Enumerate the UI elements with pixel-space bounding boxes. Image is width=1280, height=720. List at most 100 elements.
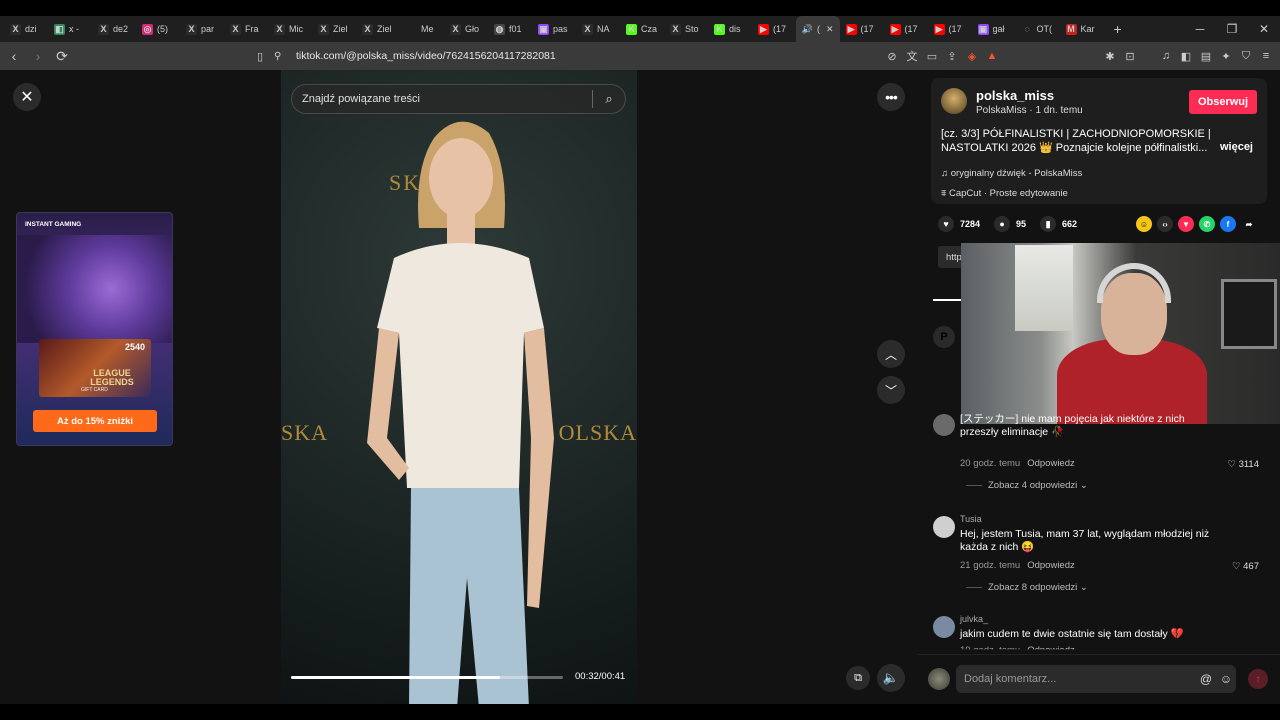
- commenter-avatar[interactable]: [933, 616, 955, 638]
- commenter-avatar[interactable]: [933, 516, 955, 538]
- capcut-link[interactable]: ⩨ CapCut · Proste edytowanie: [941, 188, 1068, 199]
- site-info-icon[interactable]: ⚲: [274, 51, 281, 62]
- comment-input-placeholder[interactable]: Dodaj komentarz...: [964, 673, 1196, 685]
- volume-button[interactable]: 🔈: [877, 664, 905, 692]
- browser-tab-bar: Xdzi ◧ x - Xde2 ◎ (5) Xpar X Fra X Mic X Ziel X Ziel Me…: [0, 16, 1280, 42]
- browser-tab[interactable]: X Ziel: [312, 16, 356, 42]
- video-player[interactable]: SKA SKA OLSKA Znajdź powiązane treści ⌕ …: [281, 70, 637, 704]
- emoji-share-icon[interactable]: ☺: [1136, 216, 1152, 232]
- commenter-avatar[interactable]: P: [933, 326, 955, 348]
- browser-tab[interactable]: Xpar: [180, 16, 224, 42]
- url-text[interactable]: tiktok.com/@polska_miss/video/7624156204…: [296, 50, 556, 62]
- browser-tab[interactable]: X Ziel: [356, 16, 400, 42]
- browser-tab[interactable]: ▣ gał: [972, 16, 1016, 42]
- save-button[interactable]: ▮ 662: [1040, 216, 1077, 232]
- browser-tab[interactable]: X Gło: [444, 16, 488, 42]
- forward-icon[interactable]: ›: [28, 48, 48, 64]
- tab-title: Sto: [685, 24, 699, 34]
- browser-tab[interactable]: Kdis: [708, 16, 752, 42]
- related-search-bar[interactable]: Znajdź powiązane treści ⌕: [291, 84, 626, 114]
- ad-cta-button[interactable]: Aż do 15% zniżki: [33, 410, 157, 432]
- close-tab-icon[interactable]: ✕: [826, 24, 834, 35]
- comment-likes[interactable]: ♡ 3114: [1227, 459, 1259, 470]
- next-video-button[interactable]: ﹀: [877, 376, 905, 404]
- extensions-icon[interactable]: ✱: [1104, 50, 1116, 63]
- previous-video-button[interactable]: ︿: [877, 340, 905, 368]
- like-button[interactable]: ♥ 7284: [938, 216, 980, 232]
- close-video-button[interactable]: ✕: [13, 83, 41, 111]
- browser-tab[interactable]: Xde2: [92, 16, 136, 42]
- author-avatar[interactable]: [941, 88, 967, 114]
- video-progress-bar[interactable]: [291, 676, 563, 679]
- comment-input[interactable]: Dodaj komentarz... @ ☺: [956, 665, 1236, 693]
- wallet-icon[interactable]: ▤: [1200, 50, 1212, 63]
- brave-shield-icon[interactable]: ◈: [966, 50, 978, 63]
- embed-icon[interactable]: ‹›: [1157, 216, 1173, 232]
- browser-tab[interactable]: X Fra: [224, 16, 268, 42]
- browser-tab[interactable]: X Mic: [268, 16, 312, 42]
- facebook-icon[interactable]: f: [1220, 216, 1236, 232]
- browser-tab[interactable]: M Kar: [1060, 16, 1104, 42]
- address-bar[interactable]: ⚲ tiktok.com/@polska_miss/video/76241562…: [248, 45, 992, 67]
- repost-icon[interactable]: ▼: [1178, 216, 1194, 232]
- menu-icon[interactable]: ≡: [1260, 50, 1272, 62]
- no-tracking-icon[interactable]: ⊘: [886, 50, 898, 63]
- more-options-button[interactable]: •••: [877, 83, 905, 111]
- sidebar-icon[interactable]: ◧: [1180, 50, 1192, 63]
- new-tab-button[interactable]: +: [1108, 21, 1128, 37]
- vpn-icon[interactable]: ⛉: [1240, 50, 1252, 63]
- browser-tab[interactable]: ▶ (17: [884, 16, 928, 42]
- leo-icon[interactable]: ✦: [1220, 50, 1232, 63]
- reply-button[interactable]: Odpowiedz: [1027, 560, 1075, 571]
- close-window-icon[interactable]: ✕: [1248, 16, 1280, 42]
- mention-icon[interactable]: @: [1196, 672, 1216, 686]
- whatsapp-icon[interactable]: ✆: [1199, 216, 1215, 232]
- follow-button[interactable]: Obserwuj: [1189, 90, 1257, 114]
- reply-button[interactable]: Odpowiedz: [1027, 458, 1075, 469]
- music-icon[interactable]: ♫: [1160, 50, 1172, 62]
- browser-tab[interactable]: ◌ OT(: [1016, 16, 1060, 42]
- view-replies-button[interactable]: Zobacz 4 odpowiedzi ⌄: [966, 480, 1088, 491]
- rewards-icon[interactable]: ▲: [986, 50, 998, 62]
- pip-button[interactable]: ⧉: [846, 666, 870, 690]
- gift-card-subtitle: GIFT CARD: [81, 387, 108, 393]
- author-username[interactable]: polska_miss: [976, 88, 1054, 103]
- comment-username[interactable]: julvka_: [960, 614, 988, 624]
- browser-tab[interactable]: ▶ (17: [928, 16, 972, 42]
- emoji-icon[interactable]: ☺: [1216, 672, 1236, 686]
- comment-username[interactable]: Tusia: [960, 514, 982, 524]
- browser-tab[interactable]: ▶ (17: [752, 16, 796, 42]
- browser-tab[interactable]: Me: [400, 16, 444, 42]
- share-icon[interactable]: ⇪: [946, 50, 958, 63]
- translate-icon[interactable]: 文: [906, 48, 918, 64]
- screenshot-icon[interactable]: ⊡: [1124, 50, 1136, 63]
- browser-tab[interactable]: ◧ x -: [48, 16, 92, 42]
- browser-tab[interactable]: ◎ (5): [136, 16, 180, 42]
- browser-tab[interactable]: Xdzi: [4, 16, 48, 42]
- browser-tab[interactable]: 🔊(✕: [796, 16, 840, 42]
- restore-icon[interactable]: ❐: [1216, 16, 1248, 42]
- browser-tab[interactable]: X NA: [576, 16, 620, 42]
- commenter-avatar[interactable]: [933, 414, 955, 436]
- comment-likes[interactable]: ♡ 467: [1232, 561, 1259, 572]
- ad-banner[interactable]: INSTANT GAMING 2540 LEAGUE LEGENDS GIFT …: [16, 212, 173, 446]
- browser-tab[interactable]: X Sto: [664, 16, 708, 42]
- instagram-icon: ◎: [142, 23, 153, 35]
- back-icon[interactable]: ‹: [4, 48, 24, 64]
- comment-button[interactable]: ● 95: [994, 216, 1026, 232]
- cast-icon[interactable]: ▭: [926, 50, 938, 63]
- related-search-placeholder[interactable]: Znajdź powiązane treści: [302, 93, 592, 105]
- send-comment-button[interactable]: ↑: [1248, 669, 1268, 689]
- browser-tab[interactable]: ▶ (17: [840, 16, 884, 42]
- minimize-icon[interactable]: ─: [1184, 16, 1216, 42]
- view-replies-button[interactable]: Zobacz 8 odpowiedzi ⌄: [966, 582, 1088, 593]
- screen-bottom-bar: [0, 704, 1280, 720]
- browser-tab[interactable]: K Cza: [620, 16, 664, 42]
- browser-tab[interactable]: ▣ pas: [532, 16, 576, 42]
- reload-icon[interactable]: ⟳: [52, 48, 72, 65]
- share-arrow-icon[interactable]: ➦: [1241, 216, 1257, 232]
- browser-tab[interactable]: ◍ f01: [488, 16, 532, 42]
- more-description-link[interactable]: więcej: [1220, 141, 1253, 153]
- search-icon[interactable]: ⌕: [593, 91, 625, 107]
- sound-link[interactable]: ♫ oryginalny dźwięk - PolskaMiss: [941, 168, 1082, 179]
